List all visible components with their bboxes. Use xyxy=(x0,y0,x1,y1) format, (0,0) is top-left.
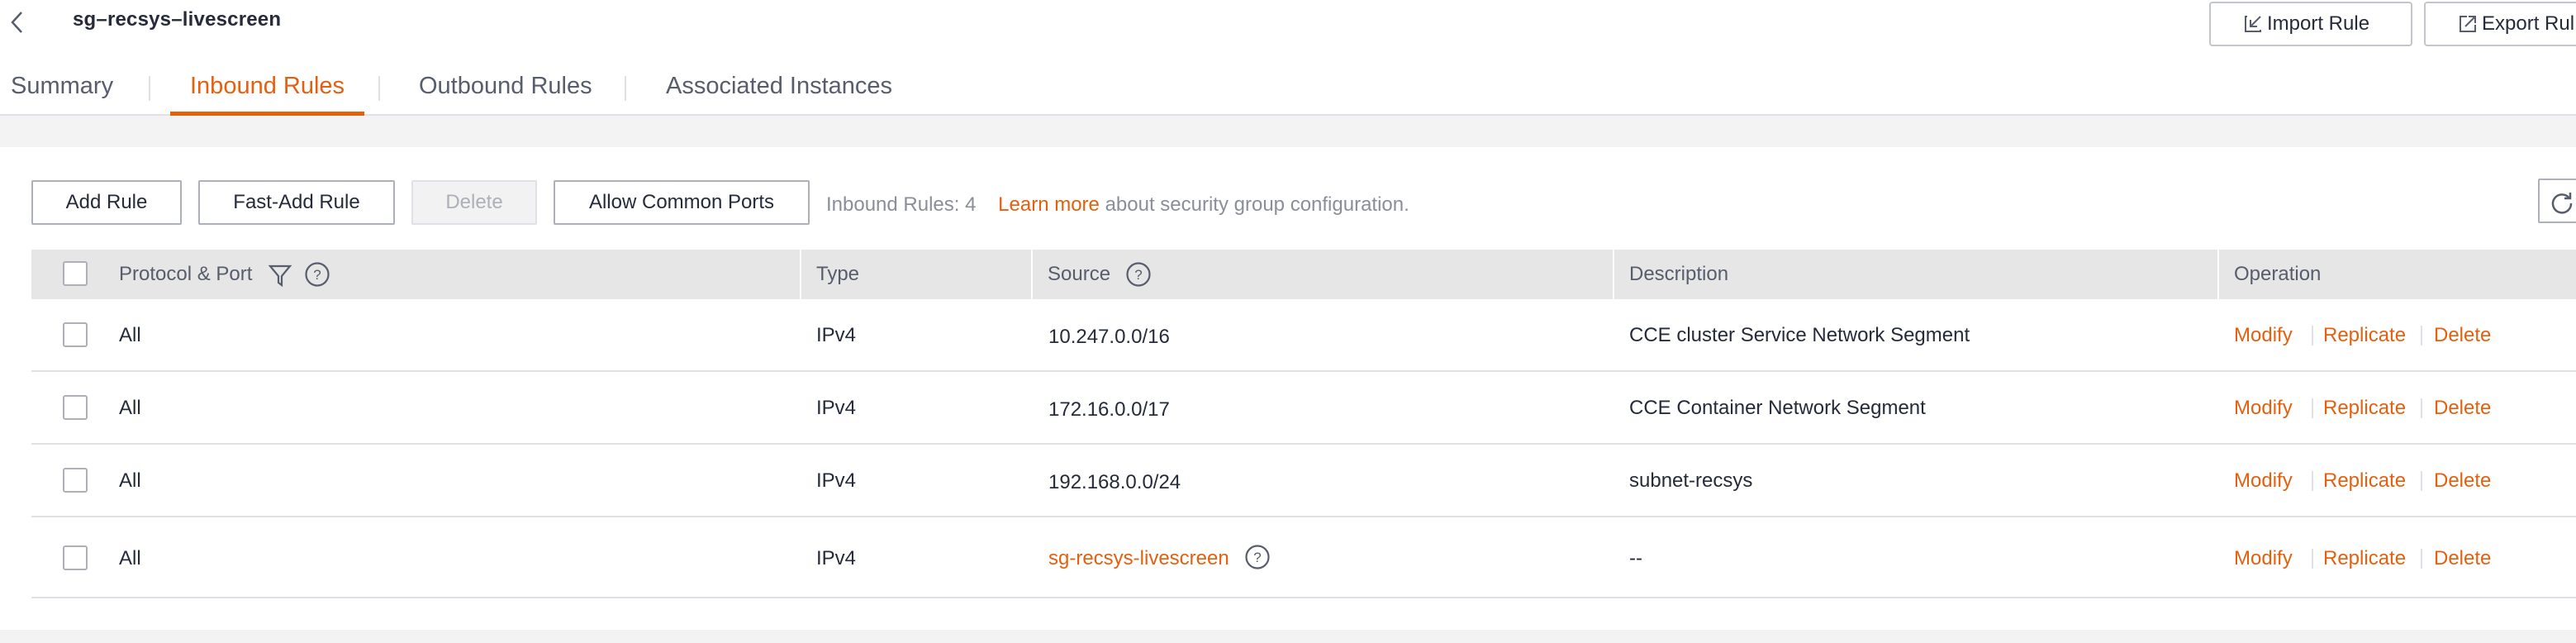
column-divider xyxy=(2217,250,2219,299)
import-icon xyxy=(2245,16,2261,32)
delete-link[interactable]: Delete xyxy=(2434,469,2491,493)
export-icon xyxy=(2460,16,2476,32)
about-text: about security group configuration. xyxy=(1105,193,1409,216)
column-divider xyxy=(800,250,801,299)
protocol-cell: All xyxy=(119,547,141,569)
source-cell: 192.168.0.0/24 xyxy=(1048,471,1181,493)
back-arrow-icon[interactable] xyxy=(8,10,26,35)
column-divider xyxy=(1031,250,1033,299)
row-checkbox[interactable] xyxy=(63,395,88,420)
modify-link[interactable]: Modify xyxy=(2234,469,2293,493)
type-cell: IPv4 xyxy=(816,397,857,419)
source-cell: 10.247.0.0/16 xyxy=(1048,326,1170,348)
op-divider xyxy=(2421,471,2422,491)
replicate-link[interactable]: Replicate xyxy=(2323,469,2406,493)
allow-common-ports-button[interactable]: Allow Common Ports xyxy=(554,180,810,225)
tab-summary[interactable]: Summary xyxy=(11,66,113,114)
modify-link[interactable]: Modify xyxy=(2234,397,2293,420)
op-divider xyxy=(2421,549,2422,569)
page-header: sg–recsys–livescreen Import Rule Export … xyxy=(0,0,2576,116)
table-row: All IPv4 sg-recsys-livescreen ? -- Modif… xyxy=(31,517,2576,598)
delete-link[interactable]: Delete xyxy=(2434,324,2491,347)
import-rule-label: Import Rule xyxy=(2267,12,2370,35)
description-cell: -- xyxy=(1629,547,1642,569)
protocol-port-header: Protocol & Port xyxy=(119,263,253,285)
filter-icon[interactable] xyxy=(268,263,292,288)
op-divider xyxy=(2421,326,2422,345)
help-icon[interactable]: ? xyxy=(1244,544,1271,570)
replicate-link[interactable]: Replicate xyxy=(2323,324,2406,347)
source-security-group-link[interactable]: sg-recsys-livescreen xyxy=(1048,547,1229,570)
page-title: sg–recsys–livescreen xyxy=(73,8,282,31)
table-row: All IPv4 192.168.0.0/24 subnet-recsys Mo… xyxy=(31,445,2576,517)
refresh-button[interactable] xyxy=(2538,179,2576,223)
protocol-cell: All xyxy=(119,469,141,492)
tab-outbound-rules[interactable]: Outbound Rules xyxy=(419,66,592,114)
op-divider xyxy=(2312,471,2313,491)
description-cell: subnet-recsys xyxy=(1629,469,1753,492)
tab-separator xyxy=(625,76,626,101)
type-header: Type xyxy=(816,263,860,285)
modify-link[interactable]: Modify xyxy=(2234,324,2293,347)
fast-add-rule-button[interactable]: Fast-Add Rule xyxy=(198,180,395,225)
rules-card: Add Rule Fast-Add Rule Delete Allow Comm… xyxy=(0,147,2576,630)
type-cell: IPv4 xyxy=(816,547,857,569)
row-checkbox[interactable] xyxy=(63,468,88,493)
type-cell: IPv4 xyxy=(816,469,857,492)
table-row: All IPv4 172.16.0.0/17 CCE Container Net… xyxy=(31,372,2576,445)
protocol-cell: All xyxy=(119,397,141,419)
svg-text:?: ? xyxy=(1253,550,1261,565)
help-icon[interactable]: ? xyxy=(1125,261,1152,288)
op-divider xyxy=(2312,549,2313,569)
type-cell: IPv4 xyxy=(816,324,857,346)
delete-button[interactable]: Delete xyxy=(411,180,537,225)
source-header: Source xyxy=(1048,263,1111,285)
help-icon[interactable]: ? xyxy=(304,261,330,288)
table-row: All IPv4 10.247.0.0/16 CCE cluster Servi… xyxy=(31,299,2576,372)
export-rule-button[interactable]: Export Rul xyxy=(2424,2,2576,46)
op-divider xyxy=(2312,326,2313,345)
replicate-link[interactable]: Replicate xyxy=(2323,547,2406,570)
refresh-icon xyxy=(2551,193,2573,214)
description-cell: CCE Container Network Segment xyxy=(1629,397,1926,419)
description-cell: CCE cluster Service Network Segment xyxy=(1629,324,1970,346)
svg-text:?: ? xyxy=(1134,267,1142,283)
op-divider xyxy=(2312,398,2313,418)
tab-separator xyxy=(149,76,150,101)
op-divider xyxy=(2421,398,2422,418)
description-header: Description xyxy=(1629,263,1729,285)
svg-text:?: ? xyxy=(313,267,321,283)
delete-link[interactable]: Delete xyxy=(2434,547,2491,570)
table-header: Protocol & Port ? Type Source ? Descript… xyxy=(31,250,2576,299)
add-rule-button[interactable]: Add Rule xyxy=(31,180,182,225)
export-rule-label: Export Rul xyxy=(2482,12,2575,35)
tab-inbound-rules[interactable]: Inbound Rules xyxy=(169,66,365,116)
row-checkbox[interactable] xyxy=(63,545,88,570)
replicate-link[interactable]: Replicate xyxy=(2323,397,2406,420)
source-cell: 172.16.0.0/17 xyxy=(1048,398,1170,421)
learn-more-link[interactable]: Learn more xyxy=(998,193,1100,216)
operation-header: Operation xyxy=(2234,263,2322,285)
import-rule-button[interactable]: Import Rule xyxy=(2209,2,2412,46)
tab-separator xyxy=(378,76,380,101)
inbound-rules-info: Inbound Rules: 4 Learn more about securi… xyxy=(826,193,1409,217)
modify-link[interactable]: Modify xyxy=(2234,547,2293,570)
delete-link[interactable]: Delete xyxy=(2434,397,2491,420)
protocol-cell: All xyxy=(119,324,141,346)
rules-count: Inbound Rules: 4 xyxy=(826,193,977,216)
row-checkbox[interactable] xyxy=(63,322,88,347)
select-all-checkbox[interactable] xyxy=(63,261,88,286)
column-divider xyxy=(1613,250,1614,299)
tab-associated-instances[interactable]: Associated Instances xyxy=(666,66,892,114)
